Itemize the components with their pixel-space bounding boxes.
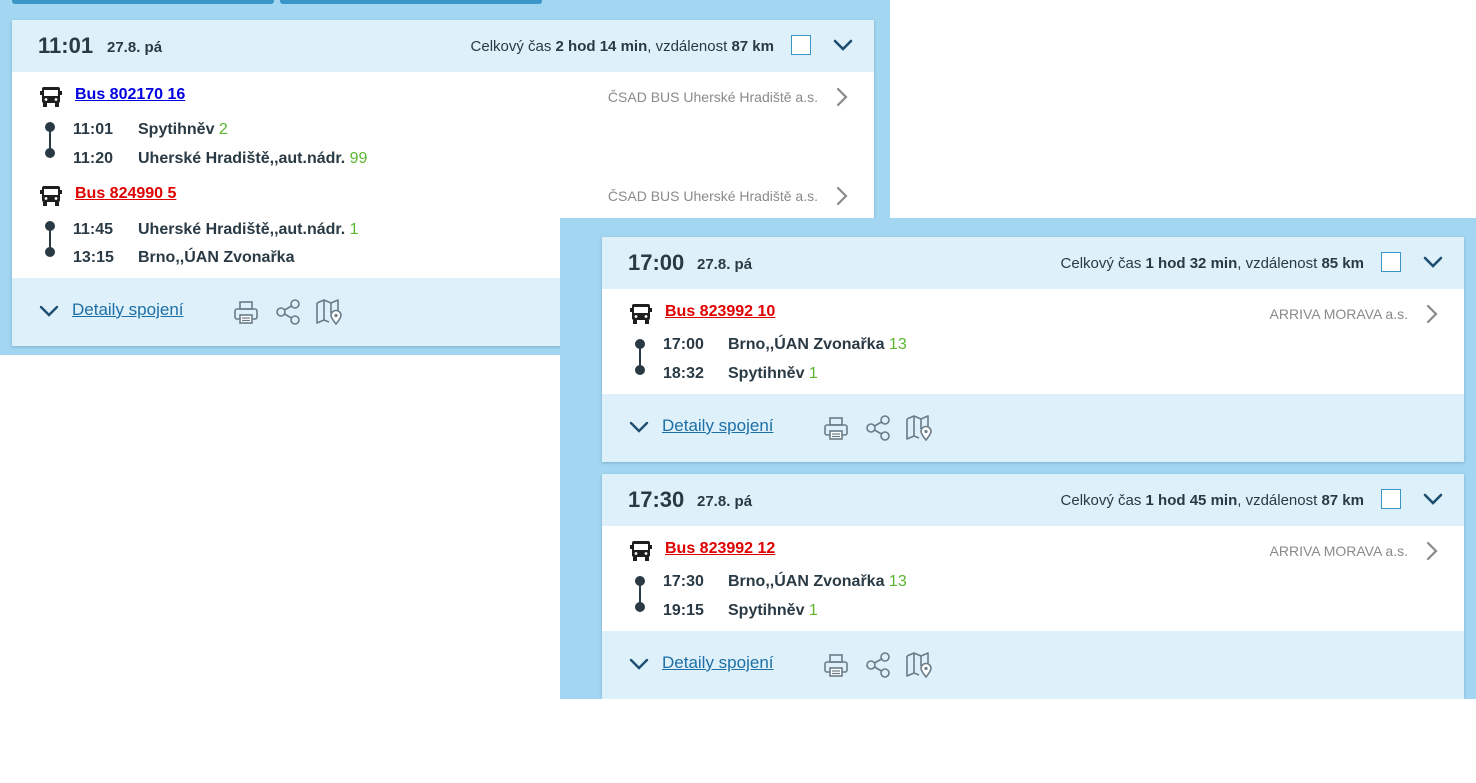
chevron-down-icon[interactable] <box>628 418 650 436</box>
connection-header[interactable]: 17:00 27.8. pá Celkový čas 1 hod 32 min,… <box>602 237 1464 289</box>
total-distance: 87 km <box>1321 492 1364 509</box>
departure-date: 27.8. pá <box>697 493 753 510</box>
platform-number: 1 <box>808 602 818 619</box>
trip-leg: Bus 823992 10 ARRIVA MORAVA a.s. 17:00 Br… <box>602 289 1464 394</box>
stop-name: Spytihněv <box>138 121 215 138</box>
stop-row: 11:01 Spytihněv 2 <box>73 121 228 138</box>
map-pin-icon[interactable] <box>315 298 343 326</box>
select-checkbox[interactable] <box>1381 489 1401 509</box>
stop-row: 17:00 Brno,,ÚAN Zvonařka 13 <box>663 336 907 353</box>
chevron-right-icon[interactable] <box>1424 303 1440 325</box>
carrier-name[interactable]: ČSAD BUS Uherské Hradiště a.s. <box>608 89 818 105</box>
stop-name: Uherské Hradiště,,aut.nádr. <box>138 221 346 238</box>
bus-icon <box>40 87 62 107</box>
printer-icon[interactable] <box>822 414 850 442</box>
map-pin-icon[interactable] <box>905 651 933 679</box>
platform-number: 1 <box>808 365 818 382</box>
line-link[interactable]: Bus 823992 12 <box>665 540 775 558</box>
select-checkbox[interactable] <box>791 35 811 55</box>
bus-icon <box>630 304 652 324</box>
printer-icon[interactable] <box>822 651 850 679</box>
route-track-icon <box>45 122 55 158</box>
chevron-right-icon[interactable] <box>834 86 850 108</box>
platform-number: 13 <box>888 573 907 590</box>
route-track-icon <box>635 339 645 375</box>
carrier-name[interactable]: ČSAD BUS Uherské Hradiště a.s. <box>608 188 818 204</box>
line-link[interactable]: Bus 823992 10 <box>665 303 775 321</box>
connection-card: 17:00 27.8. pá Celkový čas 1 hod 32 min,… <box>602 237 1464 462</box>
connection-footer: Detaily spojení <box>602 394 1464 462</box>
departure-time: 17:30 <box>628 487 685 512</box>
chevron-down-icon[interactable] <box>1422 488 1444 510</box>
connection-header[interactable]: 17:30 27.8. pá Celkový čas 1 hod 45 min,… <box>602 474 1464 526</box>
carrier-name[interactable]: ARRIVA MORAVA a.s. <box>1270 543 1408 559</box>
route-track-icon <box>635 576 645 612</box>
connection-details-link[interactable]: Detaily spojení <box>72 300 184 320</box>
platform-number: 1 <box>349 221 359 238</box>
departure-date: 27.8. pá <box>697 256 753 273</box>
stop-name: Brno,,ÚAN Zvonařka <box>138 249 295 266</box>
top-tab-button-1[interactable] <box>12 0 274 4</box>
carrier-name[interactable]: ARRIVA MORAVA a.s. <box>1270 306 1408 322</box>
stop-name: Spytihněv <box>728 365 805 382</box>
stop-row: 11:20 Uherské Hradiště,,aut.nádr. 99 <box>73 150 368 167</box>
connection-header[interactable]: 11:01 27.8. pá Celkový čas 2 hod 14 min,… <box>12 20 874 72</box>
departure-time: 17:00 <box>628 250 685 275</box>
total-distance: 87 km <box>731 38 774 55</box>
stop-row: 19:15 Spytihněv 1 <box>663 602 818 619</box>
stop-row: 18:32 Spytihněv 1 <box>663 365 818 382</box>
departure-date: 27.8. pá <box>107 39 163 56</box>
share-icon[interactable] <box>274 298 302 326</box>
stop-name: Brno,,ÚAN Zvonařka <box>728 336 885 353</box>
results-panel-right: 17:00 27.8. pá Celkový čas 1 hod 32 min,… <box>560 218 1476 699</box>
connection-card: 17:30 27.8. pá Celkový čas 1 hod 45 min,… <box>602 474 1464 699</box>
stop-row: 13:15 Brno,,ÚAN Zvonařka <box>73 249 295 266</box>
chevron-right-icon[interactable] <box>1424 540 1440 562</box>
trip-leg: Bus 823992 12 ARRIVA MORAVA a.s. 17:30 Br… <box>602 526 1464 631</box>
trip-summary: Celkový čas 2 hod 14 min, vzdálenost 87 … <box>470 38 774 55</box>
trip-leg: Bus 802170 16 ČSAD BUS Uherské Hradiště … <box>12 72 874 172</box>
bus-icon <box>40 186 62 206</box>
select-checkbox[interactable] <box>1381 252 1401 272</box>
chevron-down-icon[interactable] <box>38 302 60 320</box>
line-link[interactable]: Bus 802170 16 <box>75 86 185 104</box>
connection-footer: Detaily spojení <box>602 631 1464 699</box>
platform-number: 99 <box>349 150 368 167</box>
chevron-right-icon[interactable] <box>834 185 850 207</box>
share-icon[interactable] <box>864 414 892 442</box>
total-duration: 1 hod 32 min <box>1145 255 1238 272</box>
printer-icon[interactable] <box>232 298 260 326</box>
trip-summary: Celkový čas 1 hod 45 min, vzdálenost 87 … <box>1060 492 1364 509</box>
top-tab-button-2[interactable] <box>280 0 542 4</box>
trip-summary: Celkový čas 1 hod 32 min, vzdálenost 85 … <box>1060 255 1364 272</box>
connection-details-link[interactable]: Detaily spojení <box>662 416 774 436</box>
stop-row: 17:30 Brno,,ÚAN Zvonařka 13 <box>663 573 907 590</box>
chevron-down-icon[interactable] <box>1422 251 1444 273</box>
line-link[interactable]: Bus 824990 5 <box>75 185 176 203</box>
bus-icon <box>630 541 652 561</box>
share-icon[interactable] <box>864 651 892 679</box>
total-duration: 1 hod 45 min <box>1145 492 1238 509</box>
platform-number: 13 <box>888 336 907 353</box>
stop-name: Spytihněv <box>728 602 805 619</box>
departure-time: 11:01 <box>38 33 94 58</box>
chevron-down-icon[interactable] <box>628 655 650 673</box>
connection-details-link[interactable]: Detaily spojení <box>662 653 774 673</box>
stop-name: Brno,,ÚAN Zvonařka <box>728 573 885 590</box>
stop-row: 11:45 Uherské Hradiště,,aut.nádr. 1 <box>73 221 359 238</box>
total-duration: 2 hod 14 min <box>555 38 648 55</box>
total-distance: 85 km <box>1321 255 1364 272</box>
route-track-icon <box>45 221 55 257</box>
platform-number: 2 <box>218 121 228 138</box>
chevron-down-icon[interactable] <box>832 34 854 56</box>
map-pin-icon[interactable] <box>905 414 933 442</box>
stop-name: Uherské Hradiště,,aut.nádr. <box>138 150 346 167</box>
